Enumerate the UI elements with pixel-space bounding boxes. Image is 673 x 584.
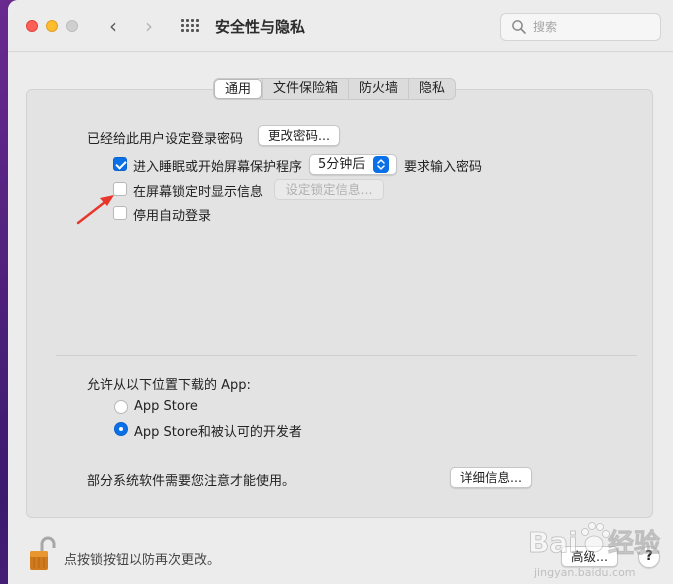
unlocked-padlock-icon[interactable] [28,536,56,572]
tab-privacy[interactable]: 隐私 [408,79,455,99]
require-password-label: 进入睡眠或开始屏幕保护程序 [133,160,303,175]
zoom-window-button[interactable] [66,20,78,32]
annotation-arrow-icon [76,195,114,225]
tab-firewall[interactable]: 防火墙 [348,79,408,99]
back-chevron-icon[interactable]: ‹ [102,14,124,38]
search-input[interactable] [533,20,653,34]
tab-general[interactable]: 通用 [214,79,263,99]
details-button[interactable]: 详细信息... [450,467,532,488]
password-delay-value: 5分钟后 [318,157,366,172]
radio-app-store-identified[interactable] [114,422,128,436]
close-window-button[interactable] [26,20,38,32]
preferences-window: ‹ › 安全性与隐私 通用 文件保险箱 防火墙 隐私 已经给此用户设定登录密码 … [8,0,673,584]
radio-app-store-identified-label: App Store和被认可的开发者 [134,425,302,440]
set-lock-message-button[interactable]: 设定锁定信息... [274,179,384,200]
section-divider [56,355,637,356]
require-password-checkbox[interactable] [113,157,127,171]
show-all-grid-icon[interactable] [181,19,199,33]
system-software-notice: 部分系统软件需要您注意才能使用。 [87,474,296,489]
downloads-heading: 允许从以下位置下载的 App: [87,378,251,393]
password-delay-select[interactable]: 5分钟后 [309,154,397,175]
window-title: 安全性与隐私 [215,18,306,36]
chevron-updown-icon [373,156,390,173]
change-password-button[interactable]: 更改密码... [258,125,340,146]
tab-filevault[interactable]: 文件保险箱 [262,79,348,99]
show-lock-message-label: 在屏幕锁定时显示信息 [133,185,264,200]
password-set-label: 已经给此用户设定登录密码 [87,132,244,147]
tab-bar: 通用 文件保险箱 防火墙 隐私 [213,78,457,100]
search-icon [512,20,526,34]
radio-app-store-label: App Store [134,399,198,414]
minimize-window-button[interactable] [46,20,58,32]
radio-app-store[interactable] [114,400,128,414]
forward-chevron-icon[interactable]: › [138,14,160,38]
search-field[interactable] [500,13,661,41]
svg-text:经验: 经验 [608,528,660,559]
disable-autologin-label: 停用自动登录 [133,209,212,224]
lock-hint-label: 点按锁按钮以防再次更改。 [64,553,221,568]
svg-text:jingyan.baidu.com: jingyan.baidu.com [533,566,636,579]
baidu-jingyan-watermark-logo: Bai 经验 jingyan.baidu.com [528,522,660,579]
title-bar: ‹ › 安全性与隐私 [8,0,673,52]
require-password-suffix-label: 要求输入密码 [404,160,483,175]
svg-text:Bai: Bai [528,526,578,559]
